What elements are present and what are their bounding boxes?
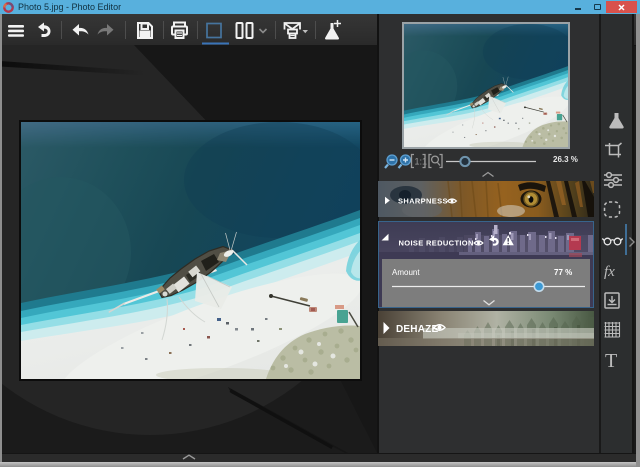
svg-text:fx: fx xyxy=(604,264,615,280)
svg-text:DEHAZE: DEHAZE xyxy=(396,324,438,335)
svg-text:1:1: 1:1 xyxy=(415,157,428,167)
svg-text:SHARPNESS: SHARPNESS xyxy=(398,196,448,205)
svg-text:NOISE REDUCTION: NOISE REDUCTION xyxy=(399,238,474,247)
svg-text:T: T xyxy=(605,350,617,372)
